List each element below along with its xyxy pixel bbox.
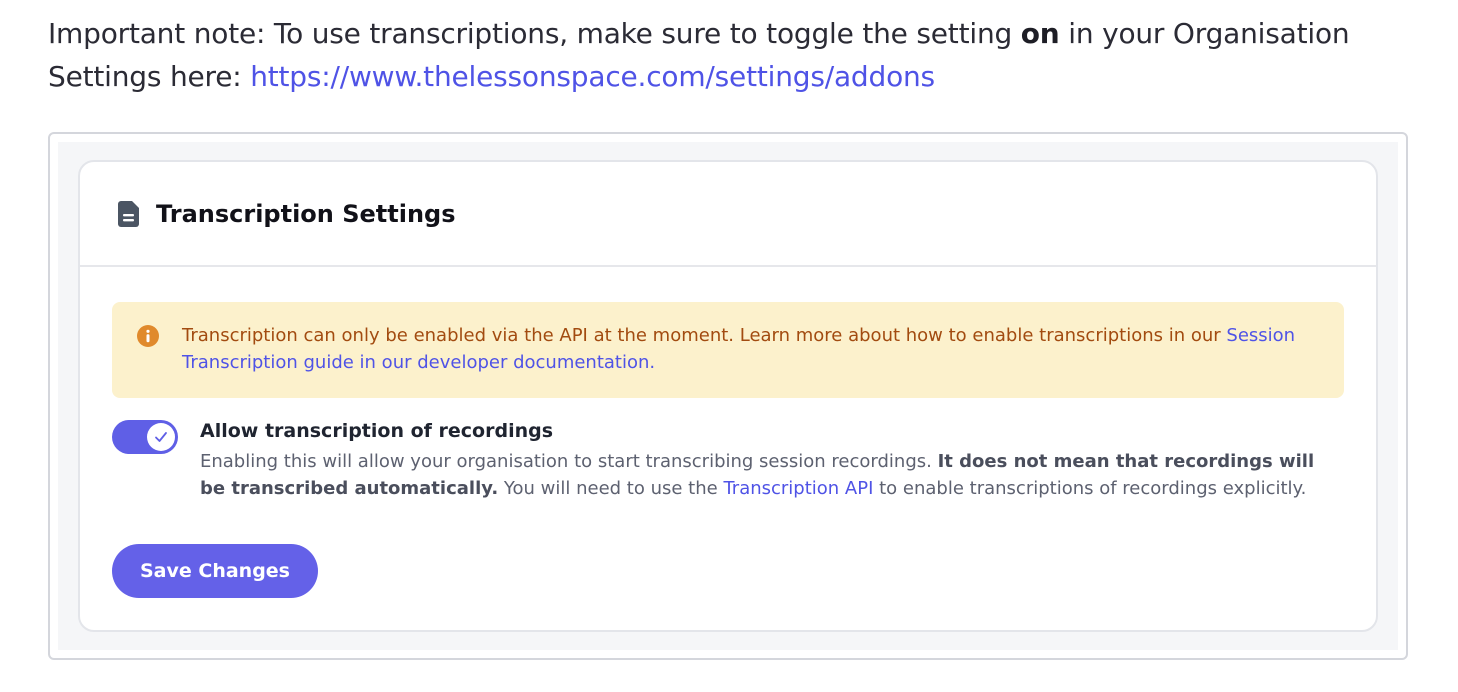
transcription-api-link[interactable]: Transcription API bbox=[723, 478, 873, 499]
note-text: Important note: To use transcriptions, m… bbox=[48, 17, 1021, 50]
allow-transcription-toggle[interactable] bbox=[112, 420, 178, 454]
save-changes-button[interactable]: Save Changes bbox=[112, 544, 318, 598]
api-info-alert: Transcription can only be enabled via th… bbox=[112, 302, 1344, 398]
transcription-setting: Allow transcription of recordings Enabli… bbox=[200, 417, 1340, 502]
info-icon bbox=[137, 325, 159, 347]
setting-label: Allow transcription of recordings bbox=[200, 420, 554, 442]
setting-desc-text: Enabling this will allow your organisati… bbox=[200, 451, 938, 472]
setting-desc-middle: You will need to use the bbox=[498, 478, 724, 499]
toggle-knob bbox=[147, 423, 175, 451]
note-bold-on: on bbox=[1020, 17, 1060, 50]
check-icon bbox=[154, 428, 168, 447]
settings-addons-link[interactable]: https://www.thelessonspace.com/settings/… bbox=[250, 60, 935, 93]
transcription-settings-card: Transcription Settings Transcription can… bbox=[78, 160, 1378, 632]
setting-desc-suffix: to enable transcriptions of recordings e… bbox=[873, 478, 1307, 499]
important-note: Important note: To use transcriptions, m… bbox=[48, 12, 1418, 98]
alert-text: Transcription can only be enabled via th… bbox=[182, 325, 1227, 346]
card-title: Transcription Settings bbox=[156, 199, 456, 228]
card-header: Transcription Settings bbox=[80, 162, 1376, 267]
screenshot-frame: Transcription Settings Transcription can… bbox=[48, 132, 1408, 660]
setting-description: Enabling this will allow your organisati… bbox=[200, 448, 1340, 502]
document-icon bbox=[118, 200, 140, 228]
frame-background: Transcription Settings Transcription can… bbox=[58, 142, 1398, 650]
